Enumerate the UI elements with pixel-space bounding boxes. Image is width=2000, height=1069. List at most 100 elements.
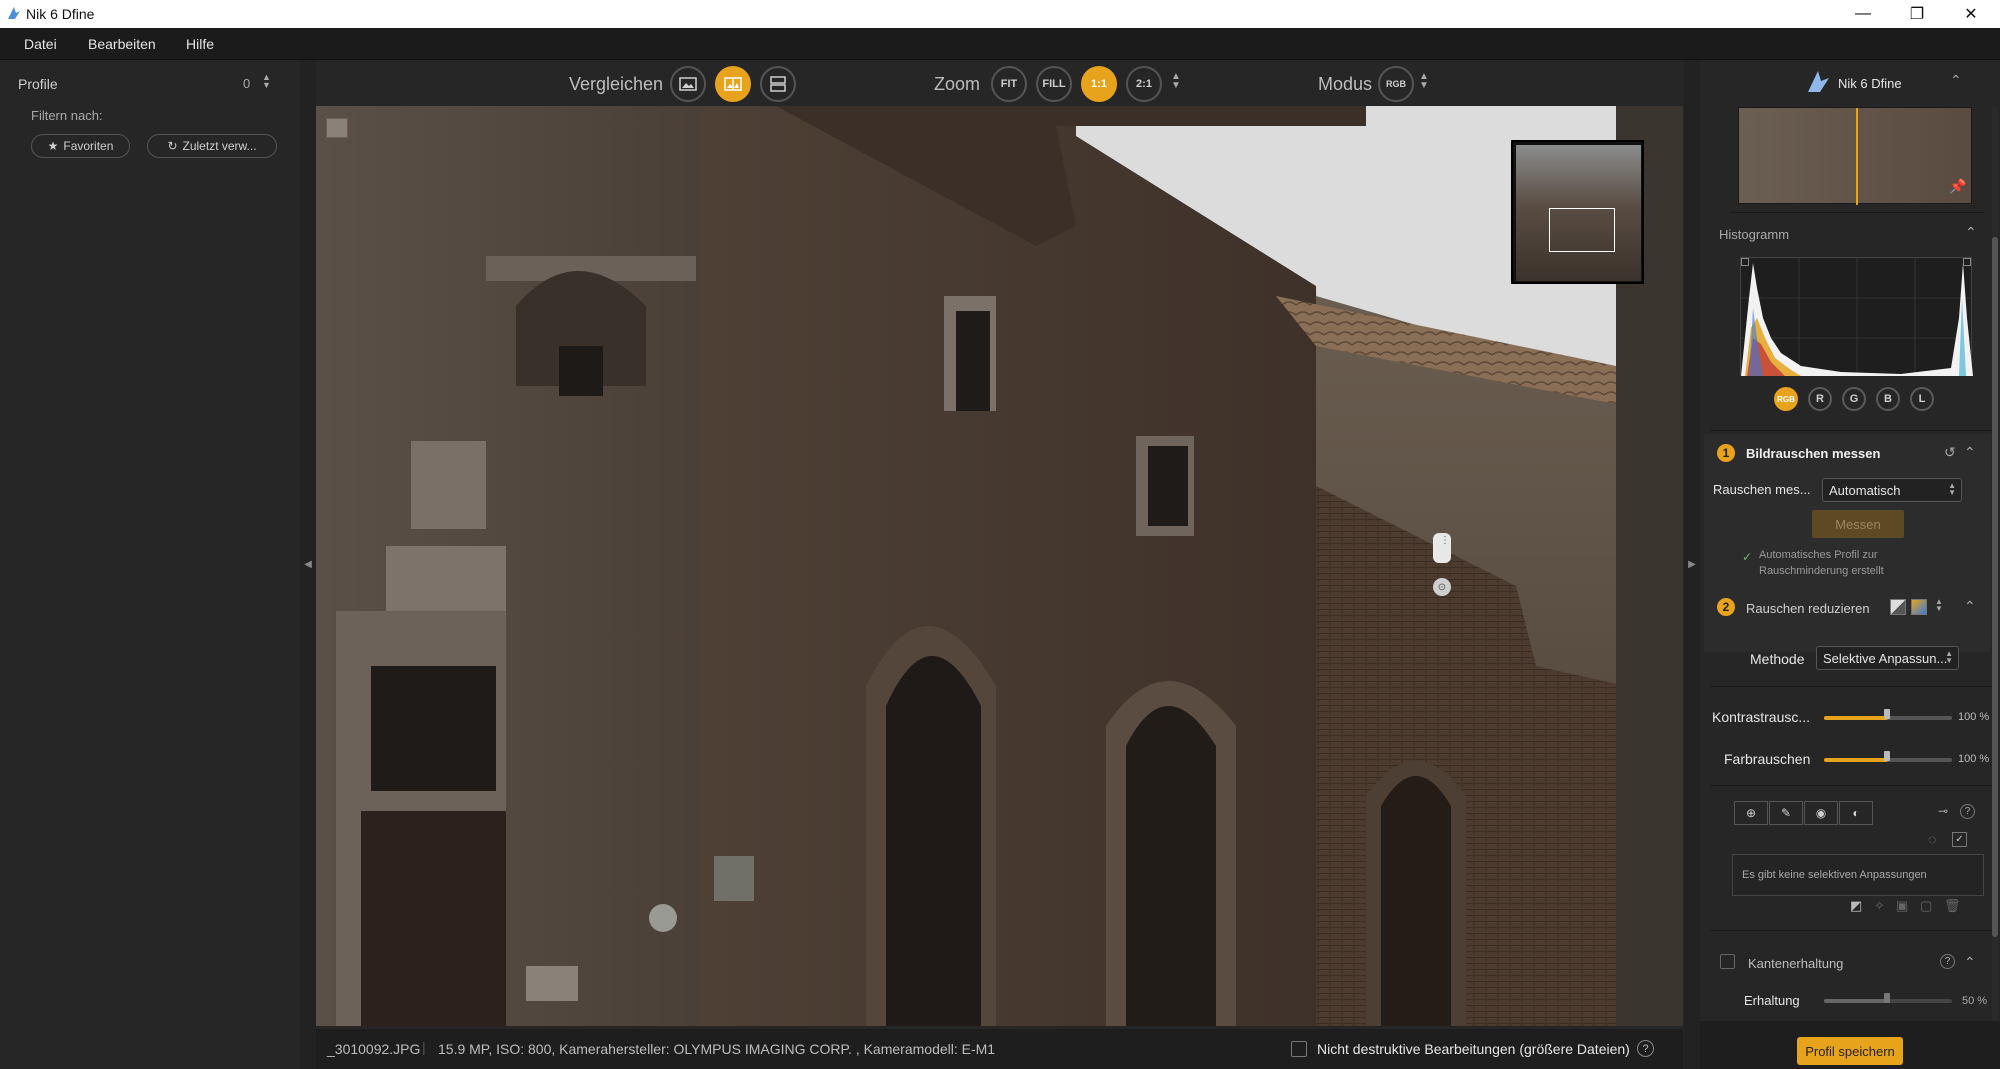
help-button[interactable]: ? [1637,1040,1654,1057]
recent-filter-button[interactable]: ↻ Zuletzt verw... [147,134,277,158]
zoom-2-1-button[interactable]: 2:1 [1126,66,1162,102]
reset-icon[interactable]: ↺ [1944,444,1956,461]
highlight-clip-indicator[interactable] [1963,258,1971,266]
control-point-icon: ⊕ [1745,806,1757,820]
color-noise-icon[interactable] [1911,599,1927,615]
channel-b-button[interactable]: B [1876,387,1900,411]
dotted-circle-icon[interactable]: ◌ [1928,831,1936,847]
auto-profile-text-2: Rauschminderung erstellt [1759,565,1884,577]
split-view-button[interactable] [715,66,751,102]
group-icon[interactable]: ▣ [1896,898,1908,914]
zoom-1-1-button[interactable]: 1:1 [1081,66,1117,102]
mode-label: Modus [1318,74,1373,94]
channel-r-button[interactable]: R [1808,387,1832,411]
app-logo-icon [8,7,20,19]
color-slider-thumb[interactable] [1884,751,1890,761]
channel-rgb-button[interactable]: RGB [1774,387,1798,411]
noise-measure-value: Automatisch [1829,483,1901,498]
trash-icon[interactable]: 🗑 [1944,898,1961,914]
selective-help-button[interactable]: ? [1960,804,1975,819]
star-icon: ★ [47,139,59,153]
loupe-toggle-button[interactable]: ⊙ [1433,578,1451,596]
sort-updown-icon[interactable]: ▲ ▼ [262,73,271,90]
collapse-left-icon: ◀ [304,559,312,570]
left-collapse-strip[interactable]: ◀ [300,60,316,1069]
histogram-collapse-icon[interactable]: ⌃ [1965,224,1977,241]
menu-bearbeiten[interactable]: Bearbeiten [88,36,156,52]
color-range-button[interactable]: ◉ [1804,801,1838,825]
maximize-icon: ❐ [1909,6,1925,23]
noise-measure-select[interactable]: Automatisch ▲ ▼ [1822,478,1962,502]
window-title: Nik 6 Dfine [26,6,95,22]
loupe-split-line[interactable] [1856,108,1858,205]
show-mask-checkbox[interactable]: ✓ [1952,832,1967,847]
pin-icon[interactable]: 📌 [1949,178,1966,195]
side-by-side-button[interactable] [760,66,796,102]
channel-l-button[interactable]: L [1910,387,1934,411]
profiles-label: Profile [18,76,58,92]
preserve-slider-thumb[interactable] [1884,993,1890,1003]
preserve-value: 50 % [1962,995,1988,1007]
minimize-button[interactable]: — [1836,0,1890,28]
status-divider: | [422,1039,426,1055]
duplicate-icon[interactable]: ✧ [1874,898,1885,914]
favorites-filter-button[interactable]: ★ Favoriten [31,134,130,158]
step2-updown-icon[interactable]: ▲ ▼ [1935,598,1943,613]
close-button[interactable]: ✕ [1944,0,1998,28]
minimize-icon: — [1855,5,1871,22]
right-collapse-strip[interactable]: ▶ [1684,60,1700,1069]
zoom-fit-button[interactable]: FIT [991,66,1027,102]
gradient-icon: ◐ [1852,806,1860,820]
menu-hilfe[interactable]: Hilfe [186,36,214,52]
collapse-all-icon[interactable]: ⌃ [1950,72,1962,89]
mode-rgb-button[interactable]: RGB [1378,66,1414,102]
step1-collapse-icon[interactable]: ⌃ [1964,444,1976,461]
divider [1710,430,1992,431]
zoom-stepper-icon[interactable]: ▲ ▼ [1171,72,1181,91]
help-icon: ? [1964,806,1971,817]
nondestructive-checkbox[interactable] [1291,1041,1307,1057]
menu-datei[interactable]: Datei [24,36,57,52]
zoom-fill-button[interactable]: FILL [1036,66,1072,102]
checkmark-icon: ✓ [1955,834,1964,845]
help-icon: ? [1944,956,1951,967]
shadow-clip-indicator[interactable] [1741,258,1749,266]
step1-number: 1 [1717,444,1735,462]
method-label: Methode [1750,651,1805,667]
add-selective-icon[interactable]: ◩ [1850,898,1862,914]
navigator-thumbnail[interactable] [1511,140,1644,284]
single-view-button[interactable] [670,66,706,102]
save-profile-button[interactable]: Profil speichern [1797,1037,1903,1065]
compare-label: Vergleichen [569,74,664,94]
loupe-preview[interactable]: 📌 [1738,107,1972,205]
measure-button[interactable]: Messen [1812,510,1904,538]
brush-button[interactable]: ✎ [1769,801,1803,825]
divider [1710,930,1992,931]
channel-g-button[interactable]: G [1842,387,1866,411]
step2-collapse-icon[interactable]: ⌃ [1964,598,1976,615]
edge-help-button[interactable]: ? [1940,954,1955,969]
preserve-label: Erhaltung [1744,993,1800,1008]
ungroup-icon[interactable]: ▢ [1920,898,1932,914]
contrast-slider-thumb[interactable] [1884,709,1890,719]
corner-marker [326,118,348,138]
split-handle[interactable]: ⋮ [1433,533,1451,563]
control-point-button[interactable]: ⊕ [1734,801,1768,825]
split-view-icon [724,77,742,91]
step2-number: 2 [1717,598,1735,616]
mask-tool-icon[interactable]: ⊸ [1938,804,1948,818]
nondestructive-label: Nicht destruktive Bearbeitungen (größere… [1317,1041,1630,1057]
right-scrollbar-track[interactable] [1992,107,1998,1027]
right-scrollbar-thumb[interactable] [1992,237,1998,937]
method-select[interactable]: Selektive Anpassun... ▲ ▼ [1816,646,1959,670]
mode-stepper-icon[interactable]: ▲ ▼ [1419,72,1429,91]
contrast-noise-icon[interactable] [1890,599,1906,615]
edge-preserve-title: Kantenerhaltung [1748,956,1844,971]
navigator-viewport-box[interactable] [1549,208,1615,252]
gradient-button[interactable]: ◐ [1839,801,1873,825]
maximize-button[interactable]: ❐ [1890,0,1944,28]
edge-collapse-icon[interactable]: ⌃ [1964,954,1976,971]
edge-preserve-checkbox[interactable] [1720,954,1735,969]
contrast-noise-value: 100 % [1958,711,1990,723]
image-preview[interactable]: ⋮ ⊙ [316,106,1683,1026]
